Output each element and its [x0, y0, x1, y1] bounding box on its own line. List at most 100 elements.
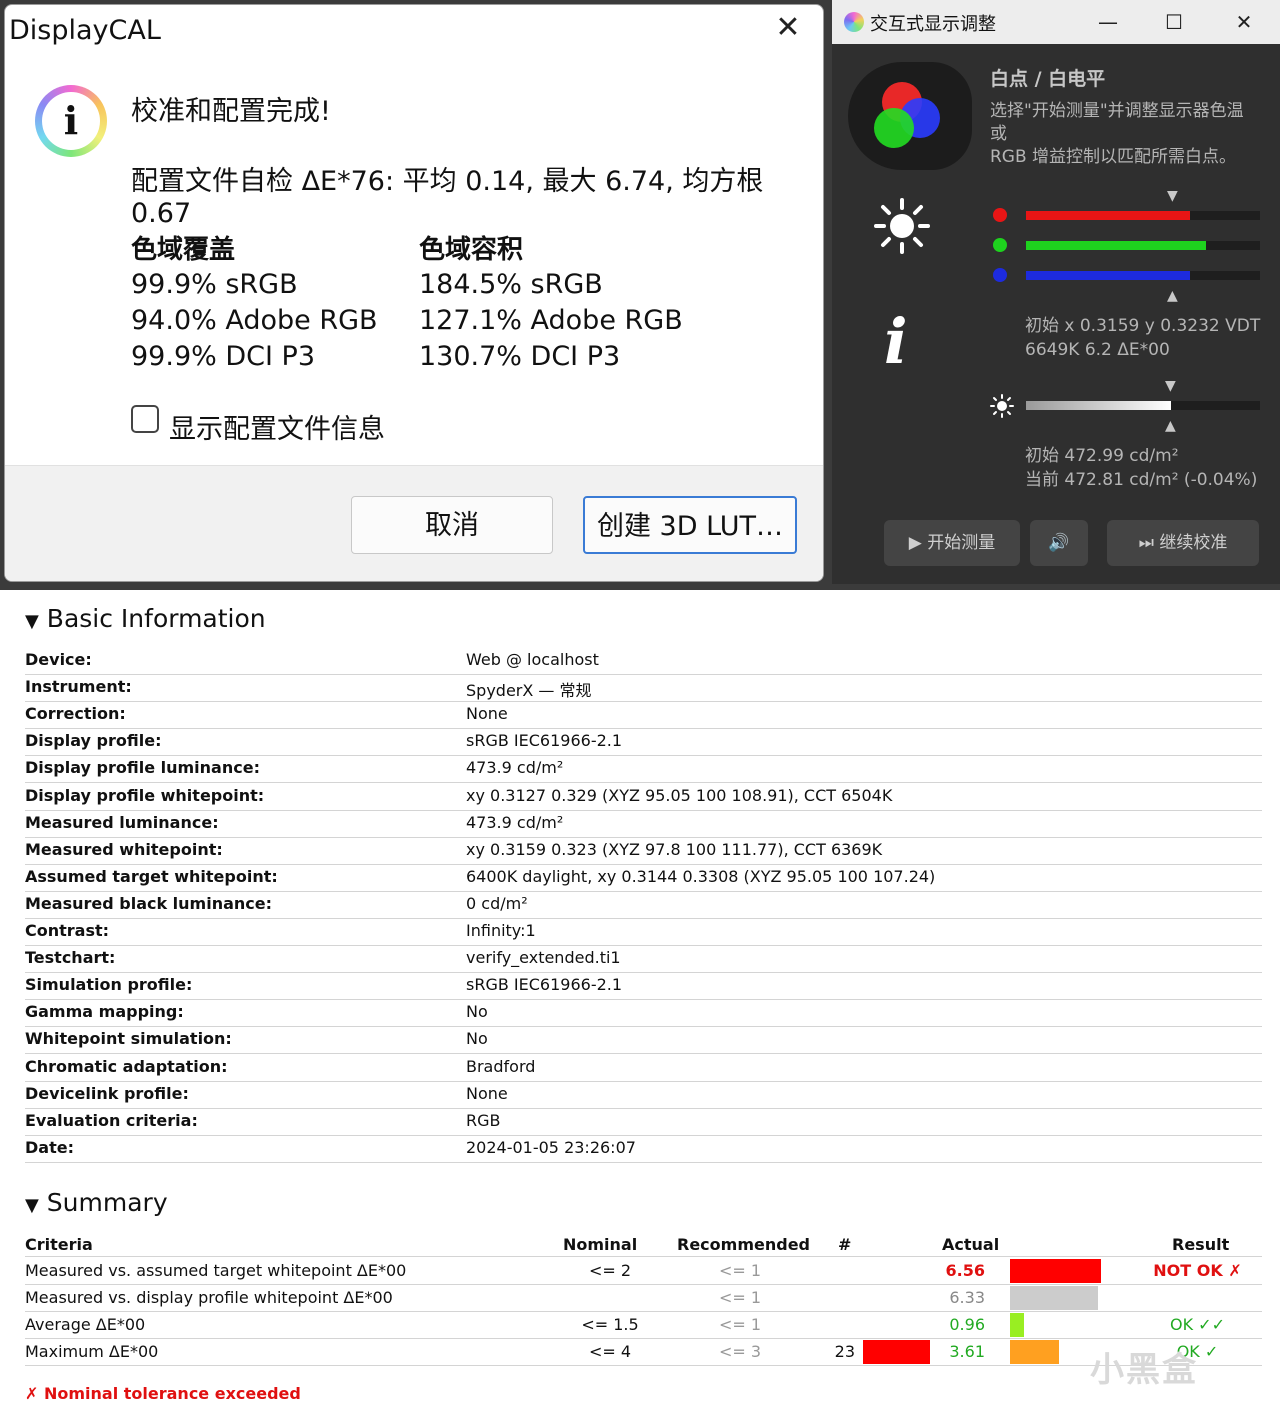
actual-cell: 6.56 [945, 1261, 985, 1280]
completion-heading: 校准和配置完成! [131, 96, 331, 127]
info-label: Measured luminance: [25, 812, 219, 832]
info-label: Measured black luminance: [25, 893, 273, 913]
header-count: # [838, 1235, 852, 1254]
luminance-track [1026, 401, 1260, 410]
green-circle-icon [874, 108, 914, 148]
gamut-volume-list: 184.5% sRGB 127.1% Adobe RGB 130.7% DCI … [419, 267, 683, 375]
basic-info-header[interactable]: ▼ Basic Information [25, 604, 266, 633]
info-value: None [466, 1083, 508, 1103]
header-criteria: Criteria [25, 1235, 93, 1254]
info-value: verify_extended.ti1 [466, 948, 621, 968]
gamut-coverage-item: 99.9% DCI P3 [131, 341, 316, 372]
sound-toggle-button[interactable]: 🔊 [1030, 520, 1088, 566]
info-value: Infinity:1 [466, 921, 536, 940]
info-label: Gamma mapping: [25, 1002, 184, 1022]
info-row: Measured whitepoint: xy 0.3159 0.323 (XYZ… [25, 837, 1262, 865]
summary-title: Summary [46, 1188, 168, 1217]
show-profile-info-label[interactable]: 显示配置文件信息 [169, 407, 385, 446]
criteria-cell: Measured vs. display profile whitepoint … [25, 1288, 393, 1307]
gamut-coverage-item: 94.0% Adobe RGB [131, 305, 378, 336]
actual-bar [1010, 1259, 1101, 1283]
info-label: Measured whitepoint: [25, 839, 223, 859]
info-row: Date: 2024-01-05 23:26:07 [25, 1135, 1262, 1163]
info-value: No [466, 1002, 488, 1022]
nominal-cell: <= 1.5 [581, 1315, 639, 1334]
luminance-readout-line: 初始 472.99 cd/m² [1025, 446, 1179, 466]
red-gain-fill [1026, 211, 1190, 220]
gamut-coverage-title: 色域覆盖 [131, 235, 236, 265]
brightness-sun-icon [872, 196, 932, 256]
info-label: Chromatic adaptation: [25, 1056, 228, 1076]
dialog-title: DisplayCAL [9, 15, 161, 46]
info-value: 473.9 cd/m² [466, 758, 564, 778]
info-value: Web @ localhost [466, 650, 599, 669]
continue-calibration-button[interactable]: ⏭ 继续校准 [1107, 520, 1259, 566]
info-row: Measured black luminance: 0 cd/m² [25, 891, 1262, 919]
actual-bar [1010, 1313, 1024, 1337]
info-row: Display profile luminance: 473.9 cd/m² [25, 755, 1262, 784]
header-result: Result [1172, 1235, 1230, 1254]
close-icon[interactable]: ✕ [771, 11, 805, 45]
info-value: sRGB IEC61966-2.1 [466, 731, 623, 751]
info-row: Device: Web @ localhost [25, 647, 1262, 675]
adjust-window-title: 交互式显示调整 [870, 14, 996, 35]
cancel-button[interactable]: 取消 [351, 496, 553, 554]
continue-calibration-label: 继续校准 [1159, 533, 1228, 553]
collapse-triangle-icon: ▼ [25, 1195, 39, 1216]
summary-row: Average ΔE*00 <= 1.5 <= 1 0.96 OK ✓✓ [25, 1311, 1262, 1339]
info-label: Correction: [25, 704, 126, 724]
maximize-icon[interactable]: ☐ [1154, 6, 1194, 38]
blue-channel-dot [993, 268, 1007, 282]
actual-cell: 0.96 [949, 1315, 985, 1334]
info-row: Instrument: SpyderX — 常规 [25, 674, 1262, 703]
recommended-cell: <= 1 [718, 1315, 762, 1334]
small-sun-icon [990, 394, 1014, 422]
watermark: 小黑盒 [1090, 1350, 1198, 1390]
rgb-whitepoint-icon [848, 62, 972, 170]
blue-gain-track [1026, 271, 1260, 280]
dialog-footer: 取消 创建 3D LUT… [5, 465, 823, 581]
close-icon[interactable]: ✕ [1224, 6, 1264, 38]
actual-cell: 6.33 [949, 1288, 985, 1307]
info-label: Simulation profile: [25, 975, 193, 995]
tolerance-exceeded-note: ✗ Nominal tolerance exceeded [25, 1384, 301, 1403]
gamut-volume-item: 130.7% DCI P3 [419, 341, 621, 372]
info-row: Display profile: sRGB IEC61966-2.1 [25, 728, 1262, 757]
luminance-fill [1026, 401, 1171, 410]
info-label: Devicelink profile: [25, 1083, 189, 1103]
info-label: Whitepoint simulation: [25, 1029, 232, 1049]
actual-cell: 3.61 [949, 1342, 985, 1361]
info-value: sRGB IEC61966-2.1 [466, 975, 623, 995]
info-row: Simulation profile: sRGB IEC61966-2.1 [25, 972, 1262, 1001]
green-channel-dot [993, 238, 1007, 252]
whitepoint-readout: 初始 x 0.3159 y 0.3232 VDT 6649K 6.2 ΔE*00 [1025, 314, 1260, 362]
criteria-cell: Maximum ΔE*00 [25, 1342, 159, 1361]
profile-selfcheck-text: 配置文件自检 ΔE*76: 平均 0.14, 最大 6.74, 均方根 0.67 [131, 166, 764, 229]
count-bar [863, 1340, 930, 1364]
info-row: Whitepoint simulation: No [25, 1026, 1262, 1055]
info-icon: i [884, 305, 908, 378]
luminance-readout-line: 当前 472.81 cd/m² (-0.04%) [1025, 470, 1258, 490]
summary-header[interactable]: ▼ Summary [25, 1188, 168, 1217]
skip-forward-icon: ⏭ [1138, 533, 1154, 553]
info-label: Date: [25, 1137, 74, 1157]
start-measure-button[interactable]: ▶ 开始测量 [884, 520, 1020, 566]
green-gain-fill [1026, 241, 1206, 250]
info-value: None [466, 704, 508, 724]
info-row: Assumed target whitepoint: 6400K daylight… [25, 864, 1262, 892]
info-row: Testchart: verify_extended.ti1 [25, 945, 1262, 974]
displaycal-logo-icon [844, 12, 864, 32]
nominal-cell: <= 2 [588, 1261, 632, 1280]
gamut-volume-item: 127.1% Adobe RGB [419, 305, 683, 336]
gamut-volume-title: 色域容积 [419, 235, 524, 265]
info-value: 473.9 cd/m² [466, 812, 564, 832]
info-label: Instrument: [25, 677, 132, 697]
rgb-target-arrow-up: ▲ [1167, 288, 1178, 304]
create-3d-lut-button[interactable]: 创建 3D LUT… [583, 496, 797, 554]
info-value: RGB [466, 1110, 501, 1130]
show-profile-info-checkbox[interactable] [131, 405, 159, 433]
minimize-icon[interactable]: — [1088, 6, 1128, 38]
info-value: No [466, 1029, 488, 1049]
adjust-description: 选择"开始测量"并调整显示器色温或 RGB 增益控制以匹配所需白点。 [990, 101, 1244, 167]
info-row: Display profile whitepoint: xy 0.3127 0.3… [25, 783, 1262, 811]
